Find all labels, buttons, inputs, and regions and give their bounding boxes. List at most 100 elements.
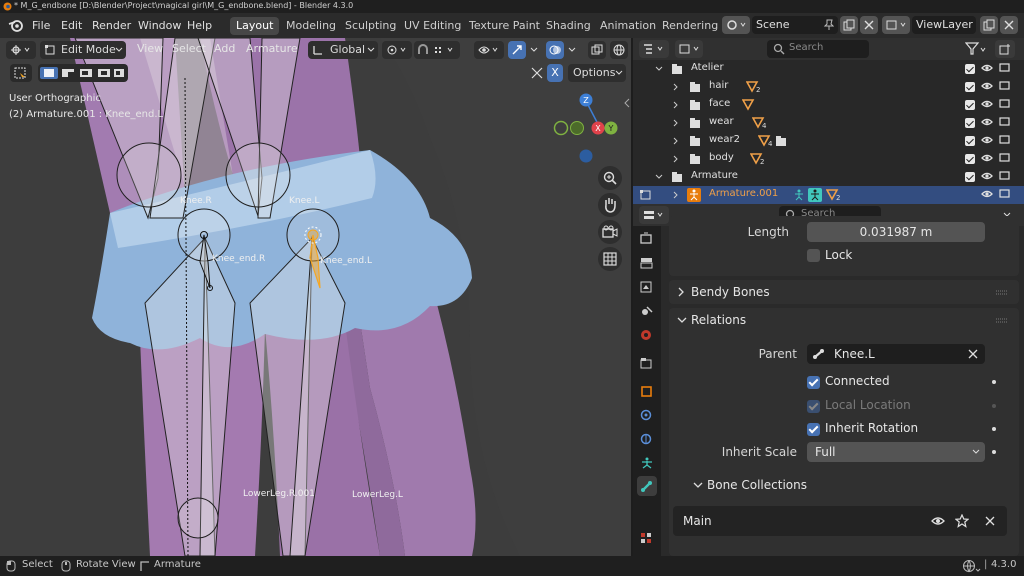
zoom-button[interactable] [598,166,622,190]
outliner-search-input[interactable]: Search [767,40,869,58]
scene-selector-button[interactable] [722,16,750,34]
tab-modeling[interactable]: Modeling [280,17,342,35]
bone-collection-list[interactable]: Main [673,506,1007,536]
new-scene-button[interactable] [840,16,858,34]
wireframe-shading-button[interactable] [610,41,628,59]
viewlayer-selector-button[interactable] [882,16,910,34]
local-location-checkbox[interactable] [807,400,820,413]
select-mode-buttons[interactable] [38,64,128,82]
tab-uv-editing[interactable]: UV Editing [398,17,467,35]
tab-scene-icon[interactable] [640,305,654,317]
menu-file[interactable]: File [32,19,50,32]
display-mode-dropdown[interactable] [675,40,703,58]
relations-title[interactable]: Relations [691,313,746,327]
scene-name-field[interactable]: Scene [752,16,838,34]
tab-layout[interactable]: Layout [230,17,280,35]
mirror-x-toggle[interactable]: X [547,64,563,82]
keyframe-dot[interactable] [992,427,996,431]
new-viewlayer-button[interactable] [980,16,998,34]
navigation-gizmo[interactable]: Z Y X [548,88,628,168]
exclude-checkbox[interactable] [965,154,975,164]
select-box-tool[interactable] [10,64,32,82]
tab-sculpting[interactable]: Sculpting [339,17,402,35]
perspective-toggle-button[interactable] [598,247,622,271]
menu-window[interactable]: Window [138,19,181,32]
inherit-rotation-checkbox[interactable] [807,423,820,436]
tab-render-icon[interactable] [640,232,654,244]
tab-texture-icon[interactable] [640,532,654,544]
clear-icon[interactable] [968,349,978,359]
transform-affect-icon[interactable] [530,66,546,80]
3d-viewport[interactable]: Edit Mode View Select Add Armature Globa… [0,38,631,556]
close-icon[interactable] [985,516,995,526]
visibility-dropdown[interactable] [474,41,504,59]
exclude-checkbox[interactable] [965,82,975,92]
menu-help[interactable]: Help [187,19,212,32]
snapping-toggle[interactable] [414,41,460,59]
delete-viewlayer-button[interactable] [1000,16,1018,34]
options-dropdown[interactable]: Options [568,64,626,82]
exclude-checkbox[interactable] [965,118,975,128]
pin-icon[interactable] [824,19,834,31]
star-icon[interactable] [955,514,969,528]
sidebar-expand-icon[interactable] [624,98,630,108]
bone-collections-title[interactable]: Bone Collections [707,478,807,492]
properties-editor-type-button[interactable] [639,206,669,224]
exclude-checkbox[interactable] [965,136,975,146]
menu-edit[interactable]: Edit [61,19,82,32]
viewport-menu-view[interactable]: View [137,42,163,55]
chevron-down-icon[interactable] [655,66,663,72]
viewport-menu-add[interactable]: Add [214,42,235,55]
viewlayer-name-field[interactable]: ViewLayer [912,16,976,34]
exclude-checkbox[interactable] [965,172,975,182]
camera-view-button[interactable] [598,220,622,244]
blender-menu-icon[interactable] [8,18,24,32]
tab-collection-icon[interactable] [640,357,654,369]
tab-world-icon[interactable] [640,329,654,341]
tab-output-icon[interactable] [640,257,654,269]
filter-icon[interactable] [965,42,987,56]
overlays-toggle[interactable] [546,41,564,59]
edit-mode-icon[interactable] [639,189,653,201]
pivot-point-dropdown[interactable] [382,41,412,59]
tab-object-icon[interactable] [640,385,654,397]
menu-render[interactable]: Render [92,19,131,32]
outliner-editor-type-button[interactable] [639,40,669,58]
tab-armature-data-icon[interactable] [640,457,654,469]
connected-checkbox[interactable] [807,376,820,389]
chevron-down-icon[interactable] [530,47,538,53]
exclude-checkbox[interactable] [965,100,975,110]
visibility-toggle-column[interactable] [981,62,1021,208]
tab-shading[interactable]: Shading [540,17,597,35]
drag-handle-icon[interactable] [995,290,1009,295]
drag-handle-icon[interactable] [995,318,1009,323]
chevron-right-icon[interactable] [673,191,679,199]
pan-button[interactable] [598,193,622,217]
chevron-down-icon[interactable] [655,174,663,180]
network-icon[interactable] [962,559,982,573]
viewport-menu-armature[interactable]: Armature [246,42,298,55]
editor-type-button[interactable] [6,41,36,59]
tab-rendering[interactable]: Rendering [656,17,724,35]
tab-bone[interactable] [637,476,657,496]
exclude-checkbox[interactable] [965,64,975,74]
bendy-bones-panel[interactable]: Bendy Bones [669,280,1019,304]
keyframe-dot[interactable] [992,450,996,454]
tab-texture-paint[interactable]: Texture Paint [463,17,546,35]
tab-physics-icon[interactable] [640,409,654,421]
tab-constraints-icon[interactable] [640,433,654,445]
delete-scene-button[interactable] [860,16,878,34]
chevron-right-icon[interactable] [673,83,679,91]
gizmo-toggle[interactable] [508,41,526,59]
tab-animation[interactable]: Animation [594,17,662,35]
new-collection-button[interactable] [995,40,1015,58]
mode-dropdown[interactable]: Edit Mode [40,41,126,59]
viewport-menu-select[interactable]: Select [172,42,206,55]
chevron-down-icon[interactable] [568,47,576,53]
chevron-right-icon[interactable] [673,137,679,145]
chevron-right-icon[interactable] [673,101,679,109]
eye-icon[interactable] [931,515,945,527]
inherit-scale-dropdown[interactable]: Full [807,442,985,462]
chevron-down-icon[interactable] [693,482,703,488]
transform-orientation-dropdown[interactable]: Global [308,41,378,59]
